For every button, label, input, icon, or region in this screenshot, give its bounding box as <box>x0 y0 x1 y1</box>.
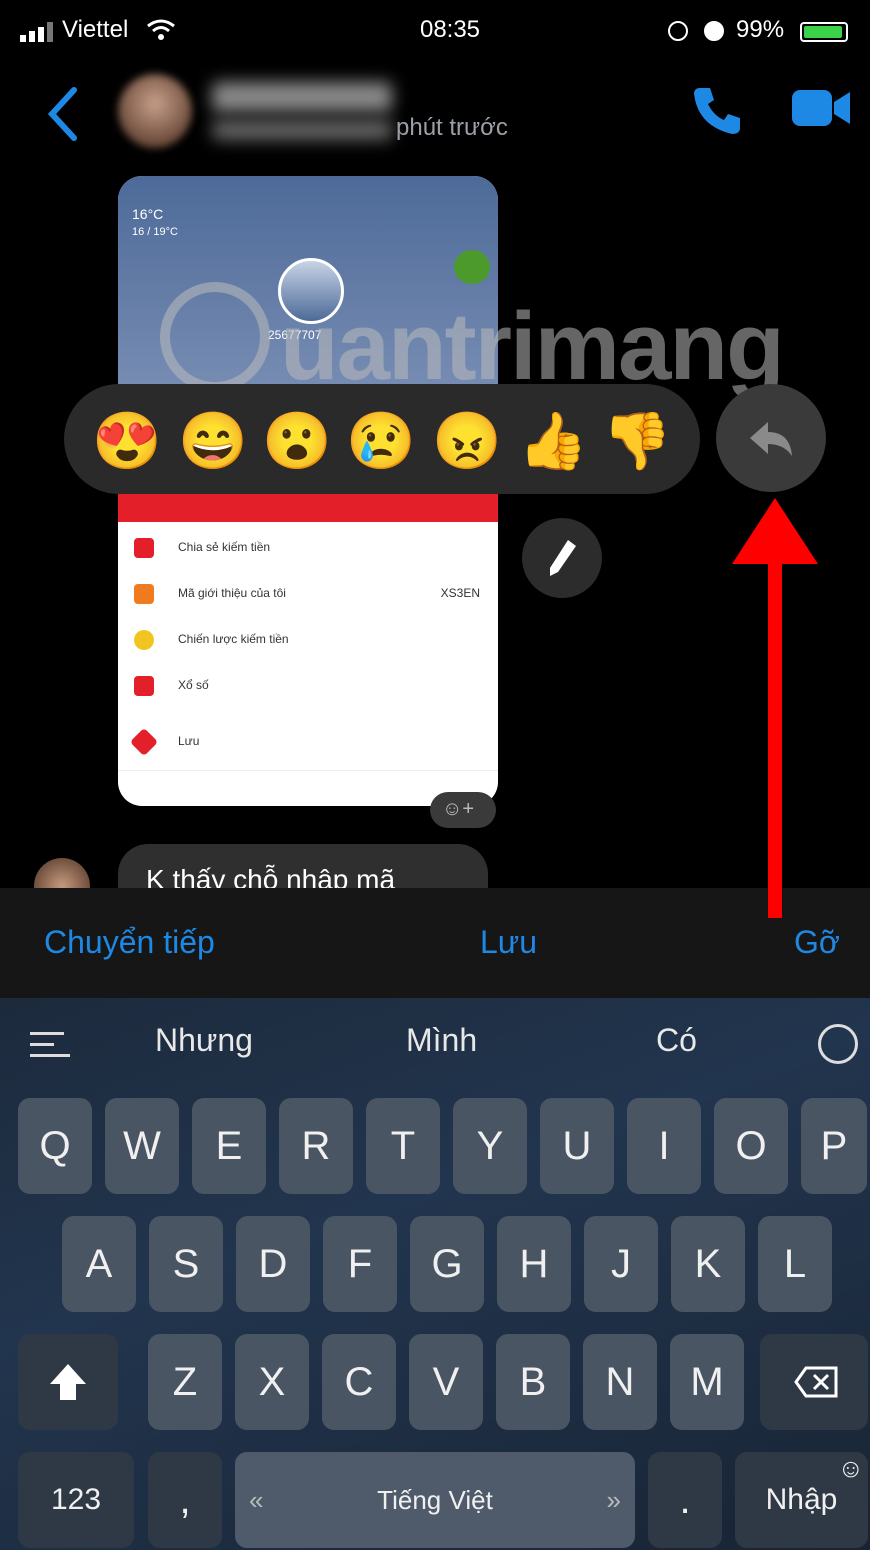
rotation-lock-icon <box>668 21 688 41</box>
contact-avatar[interactable] <box>118 74 192 148</box>
reaction-dislike[interactable]: 👎 <box>602 406 672 476</box>
key-l[interactable]: L <box>758 1216 832 1312</box>
emoji-keyboard-icon[interactable] <box>818 1024 858 1064</box>
reaction-bar: 😍 😄 😮 😢 😠 👍 👎 <box>64 384 700 494</box>
signal-icon <box>20 22 53 42</box>
key-b[interactable]: B <box>496 1334 570 1430</box>
smiley-icon: ☺ <box>837 1453 864 1483</box>
suggestion-1[interactable]: Nhưng <box>155 1022 253 1059</box>
remove-button[interactable]: Gỡ <box>794 924 840 961</box>
key-u[interactable]: U <box>540 1098 614 1194</box>
key-o[interactable]: O <box>714 1098 788 1194</box>
screenshot-menu-item: Xổ số <box>118 666 498 706</box>
shift-arrow-icon <box>50 1364 86 1400</box>
reply-button[interactable] <box>716 384 826 492</box>
contact-name-blurred[interactable] <box>212 82 392 112</box>
screenshot-temperature-range: 16 / 19°C <box>132 226 178 238</box>
edit-button[interactable] <box>522 518 602 598</box>
key-d[interactable]: D <box>236 1216 310 1312</box>
lightbulb-logo-icon <box>160 282 270 392</box>
key-i[interactable]: I <box>627 1098 701 1194</box>
red-arrow-annotation <box>732 498 818 918</box>
backspace-icon <box>794 1366 838 1398</box>
key-x[interactable]: X <box>235 1334 309 1430</box>
last-seen-text: phút trước <box>396 114 508 141</box>
key-w[interactable]: W <box>105 1098 179 1194</box>
key-t[interactable]: T <box>366 1098 440 1194</box>
key-f[interactable]: F <box>323 1216 397 1312</box>
screenshot-menu-item: Mã giới thiệu của tôi XS3EN <box>118 574 498 614</box>
chevron-right-icon: » <box>606 1485 621 1515</box>
key-h[interactable]: H <box>497 1216 571 1312</box>
gift-icon <box>134 584 154 604</box>
carrier-name: Viettel <box>62 16 129 43</box>
key-s[interactable]: S <box>149 1216 223 1312</box>
video-call-icon[interactable] <box>790 86 852 130</box>
numbers-key[interactable]: 123 <box>18 1452 134 1548</box>
add-reaction-button[interactable]: ☺+ <box>430 792 496 828</box>
pencil-icon <box>550 540 576 576</box>
chat-header: phút trước <box>0 62 870 162</box>
key-g[interactable]: G <box>410 1216 484 1312</box>
key-n[interactable]: N <box>583 1334 657 1430</box>
reaction-sad[interactable]: 😢 <box>346 406 416 476</box>
key-a[interactable]: A <box>62 1216 136 1312</box>
reaction-heart-eyes[interactable]: 😍 <box>92 406 162 476</box>
screenshot-menu-item: Chia sẻ kiếm tiền <box>118 528 498 568</box>
enter-key-label: Nhập <box>765 1483 838 1516</box>
reply-icon <box>750 422 792 456</box>
space-bar-label: Tiếng Việt <box>377 1485 493 1515</box>
status-time: 08:35 <box>419 16 481 43</box>
reaction-like[interactable]: 👍 <box>518 406 588 476</box>
back-arrow-icon[interactable] <box>44 84 84 144</box>
phone-call-icon[interactable] <box>690 82 746 138</box>
forward-button[interactable]: Chuyển tiếp <box>44 924 215 961</box>
ticket-icon <box>134 676 154 696</box>
period-key[interactable]: . <box>648 1452 722 1548</box>
key-e[interactable]: E <box>192 1098 266 1194</box>
battery-icon <box>800 22 848 42</box>
key-j[interactable]: J <box>584 1216 658 1312</box>
enter-key[interactable]: Nhập ☺ <box>735 1452 868 1548</box>
screenshot-menu-item: Lưu <box>118 722 498 762</box>
keyboard: Nhưng Mình Có Q W E R T Y U I O P A S D … <box>0 998 870 1550</box>
key-q[interactable]: Q <box>18 1098 92 1194</box>
screenshot-menu-item: Chiến lược kiếm tiền <box>118 620 498 660</box>
suggestion-3[interactable]: Có <box>656 1022 697 1059</box>
key-r[interactable]: R <box>279 1098 353 1194</box>
key-k[interactable]: K <box>671 1216 745 1312</box>
save-button[interactable]: Lưu <box>480 924 537 961</box>
reaction-laugh[interactable]: 😄 <box>178 406 248 476</box>
tree-icon <box>454 250 490 284</box>
suggestion-2[interactable]: Mình <box>406 1022 477 1059</box>
chevron-left-icon: « <box>249 1485 264 1515</box>
key-y[interactable]: Y <box>453 1098 527 1194</box>
key-m[interactable]: M <box>670 1334 744 1430</box>
shift-key[interactable] <box>18 1334 118 1430</box>
key-p[interactable]: P <box>801 1098 867 1194</box>
comma-key[interactable]: , <box>148 1452 222 1548</box>
reaction-angry[interactable]: 😠 <box>432 406 502 476</box>
reaction-wow[interactable]: 😮 <box>262 406 332 476</box>
wifi-icon <box>147 19 175 40</box>
backspace-key[interactable] <box>760 1334 868 1430</box>
smiley-plus-icon: ☺+ <box>442 798 475 820</box>
key-c[interactable]: C <box>322 1334 396 1430</box>
keyboard-menu-icon[interactable] <box>30 1032 70 1058</box>
battery-percent: 99% <box>736 16 785 43</box>
key-v[interactable]: V <box>409 1334 483 1430</box>
key-z[interactable]: Z <box>148 1334 222 1430</box>
contact-status-blurred <box>212 120 392 140</box>
alarm-icon <box>704 21 724 41</box>
coin-icon <box>134 630 154 650</box>
star-icon <box>129 727 159 757</box>
status-bar: Viettel 08:35 99% <box>0 0 870 62</box>
medal-icon <box>134 538 154 558</box>
screenshot-temperature: 16°C <box>132 206 164 222</box>
space-bar[interactable]: « Tiếng Việt » <box>235 1452 635 1548</box>
